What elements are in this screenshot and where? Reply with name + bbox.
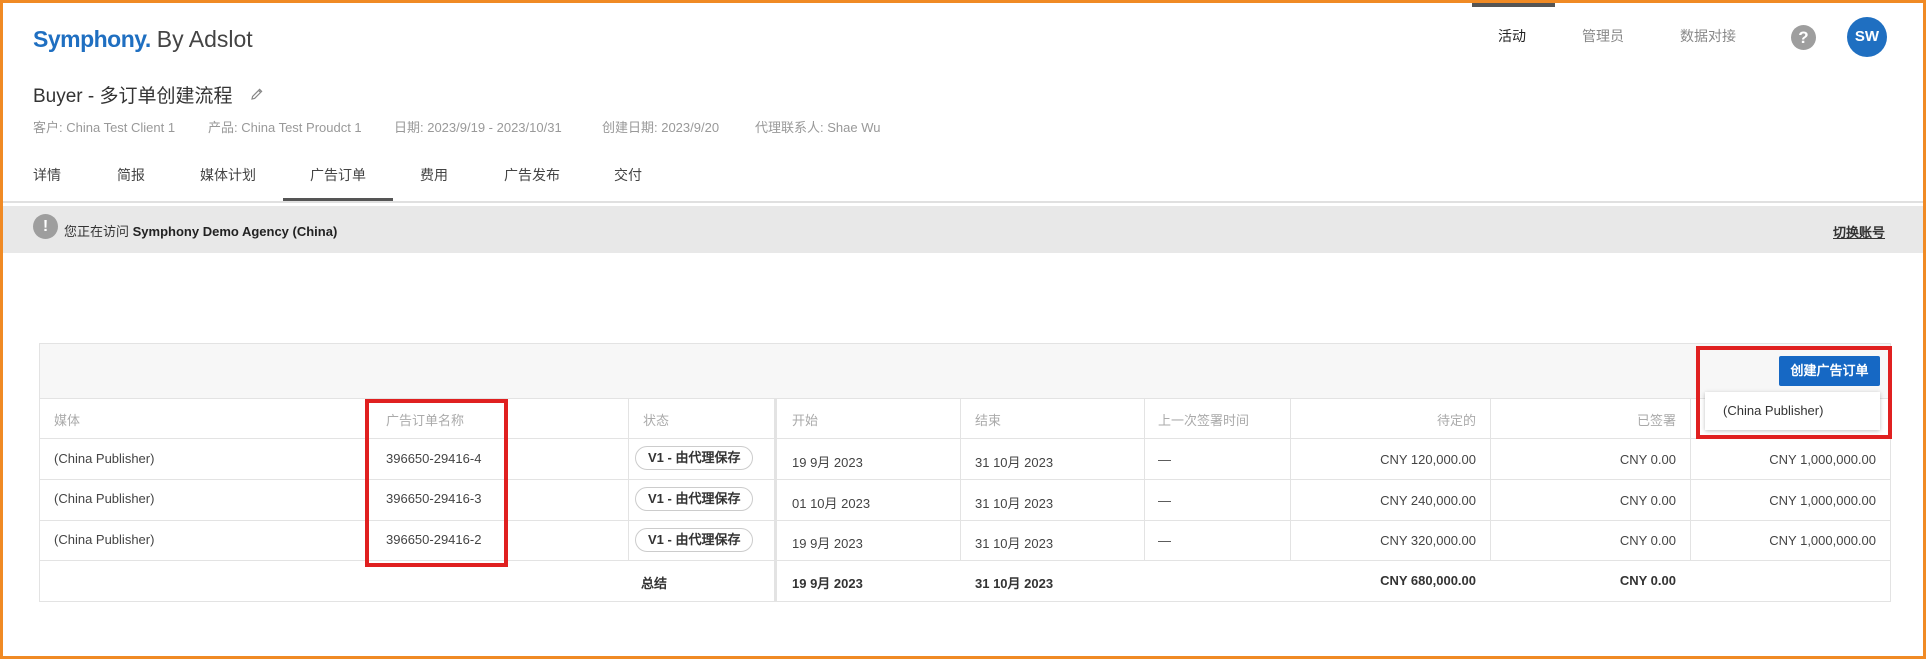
cell-media: (China Publisher) xyxy=(54,491,155,506)
table-toolbar xyxy=(40,344,1890,398)
top-nav-admin[interactable]: 管理员 xyxy=(1582,26,1624,46)
cell-media: (China Publisher) xyxy=(54,532,155,547)
tab-insertion-orders[interactable]: 广告订单 xyxy=(310,165,366,185)
user-avatar[interactable]: SW xyxy=(1847,17,1887,57)
highlight-io-name-column xyxy=(365,399,508,567)
cell-pending: CNY 320,000.00 xyxy=(1380,533,1476,548)
brand-name: Symphony. xyxy=(33,26,151,52)
column-header-start[interactable]: 开始 xyxy=(792,410,818,429)
summary-pending: CNY 680,000.00 xyxy=(1380,573,1476,588)
column-header-last-signed[interactable]: 上一次签署时间 xyxy=(1158,410,1249,429)
cell-last-signed: — xyxy=(1158,533,1171,548)
top-nav-activities[interactable]: 活动 xyxy=(1498,26,1526,46)
meta-dates: 日期: 2023/9/19 - 2023/10/31 xyxy=(394,120,562,135)
exclamation-icon: ! xyxy=(33,214,58,239)
switch-account-link[interactable]: 切换账号 xyxy=(1833,222,1885,241)
frozen-column-divider xyxy=(774,398,777,601)
status-badge: V1 - 由代理保存 xyxy=(635,487,754,511)
cell-end: 31 10月 2023 xyxy=(975,496,1054,511)
help-icon[interactable]: ? xyxy=(1791,25,1816,50)
top-nav-data-integration[interactable]: 数据对接 xyxy=(1680,26,1736,46)
column-divider xyxy=(1490,398,1491,560)
row-line xyxy=(40,520,1890,521)
tab-brief[interactable]: 简报 xyxy=(117,165,145,185)
meta-created: 创建日期: 2023/9/20 xyxy=(602,120,720,135)
notice-agency: Symphony Demo Agency (China) xyxy=(132,224,338,239)
column-header-status[interactable]: 状态 xyxy=(643,410,669,429)
row-line xyxy=(40,560,1890,561)
meta-contact: 代理联系人: Shae Wu xyxy=(755,120,881,135)
row-line xyxy=(40,438,1890,439)
cell-last-signed: — xyxy=(1158,493,1171,508)
summary-end: 31 10月 2023 xyxy=(975,576,1054,591)
cell-total: CNY 1,000,000.00 xyxy=(1769,493,1876,508)
column-header-pending[interactable]: 待定的 xyxy=(1303,410,1476,429)
cell-end: 31 10月 2023 xyxy=(975,536,1054,551)
column-divider xyxy=(1144,398,1145,560)
tab-details[interactable]: 详情 xyxy=(33,165,61,185)
cell-last-signed: — xyxy=(1158,452,1171,467)
cell-start: 19 9月 2023 xyxy=(792,536,863,551)
cell-pending: CNY 240,000.00 xyxy=(1380,493,1476,508)
column-divider xyxy=(960,398,961,560)
cell-start: 19 9月 2023 xyxy=(792,455,863,470)
notice-prefix: 您正在访问 xyxy=(64,224,130,239)
cell-end: 31 10月 2023 xyxy=(975,455,1054,470)
page-title: Buyer - 多订单创建流程 xyxy=(33,86,233,107)
cell-media: (China Publisher) xyxy=(54,451,155,466)
top-nav-active-indicator xyxy=(1472,3,1555,7)
tab-costs[interactable]: 费用 xyxy=(420,165,448,185)
summary-start: 19 9月 2023 xyxy=(792,576,863,591)
app-logo[interactable]: Symphony. By Adslot xyxy=(33,25,253,53)
cell-signed: CNY 0.00 xyxy=(1619,533,1676,548)
status-badge: V1 - 由代理保存 xyxy=(635,528,754,552)
row-line xyxy=(40,479,1890,480)
notice-text: 您正在访问 Symphony Demo Agency (China) xyxy=(64,221,337,240)
summary-signed: CNY 0.00 xyxy=(1619,573,1676,588)
cell-signed: CNY 0.00 xyxy=(1619,493,1676,508)
summary-label: 总结 xyxy=(641,576,668,591)
tab-media-plan[interactable]: 媒体计划 xyxy=(200,165,256,185)
cell-start: 01 10月 2023 xyxy=(792,496,871,511)
cell-total: CNY 1,000,000.00 xyxy=(1769,452,1876,467)
pencil-icon[interactable] xyxy=(250,87,264,101)
header-top-line xyxy=(40,398,1890,399)
meta-client: 客户: China Test Client 1 xyxy=(33,120,176,135)
brand-suffix: By Adslot xyxy=(156,26,253,52)
column-header-signed[interactable]: 已签署 xyxy=(1503,410,1676,429)
column-divider xyxy=(1690,398,1691,560)
status-badge: V1 - 由代理保存 xyxy=(635,446,754,470)
column-header-end[interactable]: 结束 xyxy=(975,410,1001,429)
column-header-media[interactable]: 媒体 xyxy=(54,410,80,429)
cell-signed: CNY 0.00 xyxy=(1619,452,1676,467)
cell-pending: CNY 120,000.00 xyxy=(1380,452,1476,467)
column-divider xyxy=(1290,398,1291,560)
tab-delivery[interactable]: 交付 xyxy=(614,165,642,185)
cell-total: CNY 1,000,000.00 xyxy=(1769,533,1876,548)
tab-ad-publishing[interactable]: 广告发布 xyxy=(504,165,560,185)
highlight-create-button xyxy=(1696,346,1892,439)
meta-product: 产品: China Test Proudct 1 xyxy=(208,120,362,135)
tabs-divider xyxy=(3,201,1923,203)
column-divider xyxy=(628,398,629,560)
